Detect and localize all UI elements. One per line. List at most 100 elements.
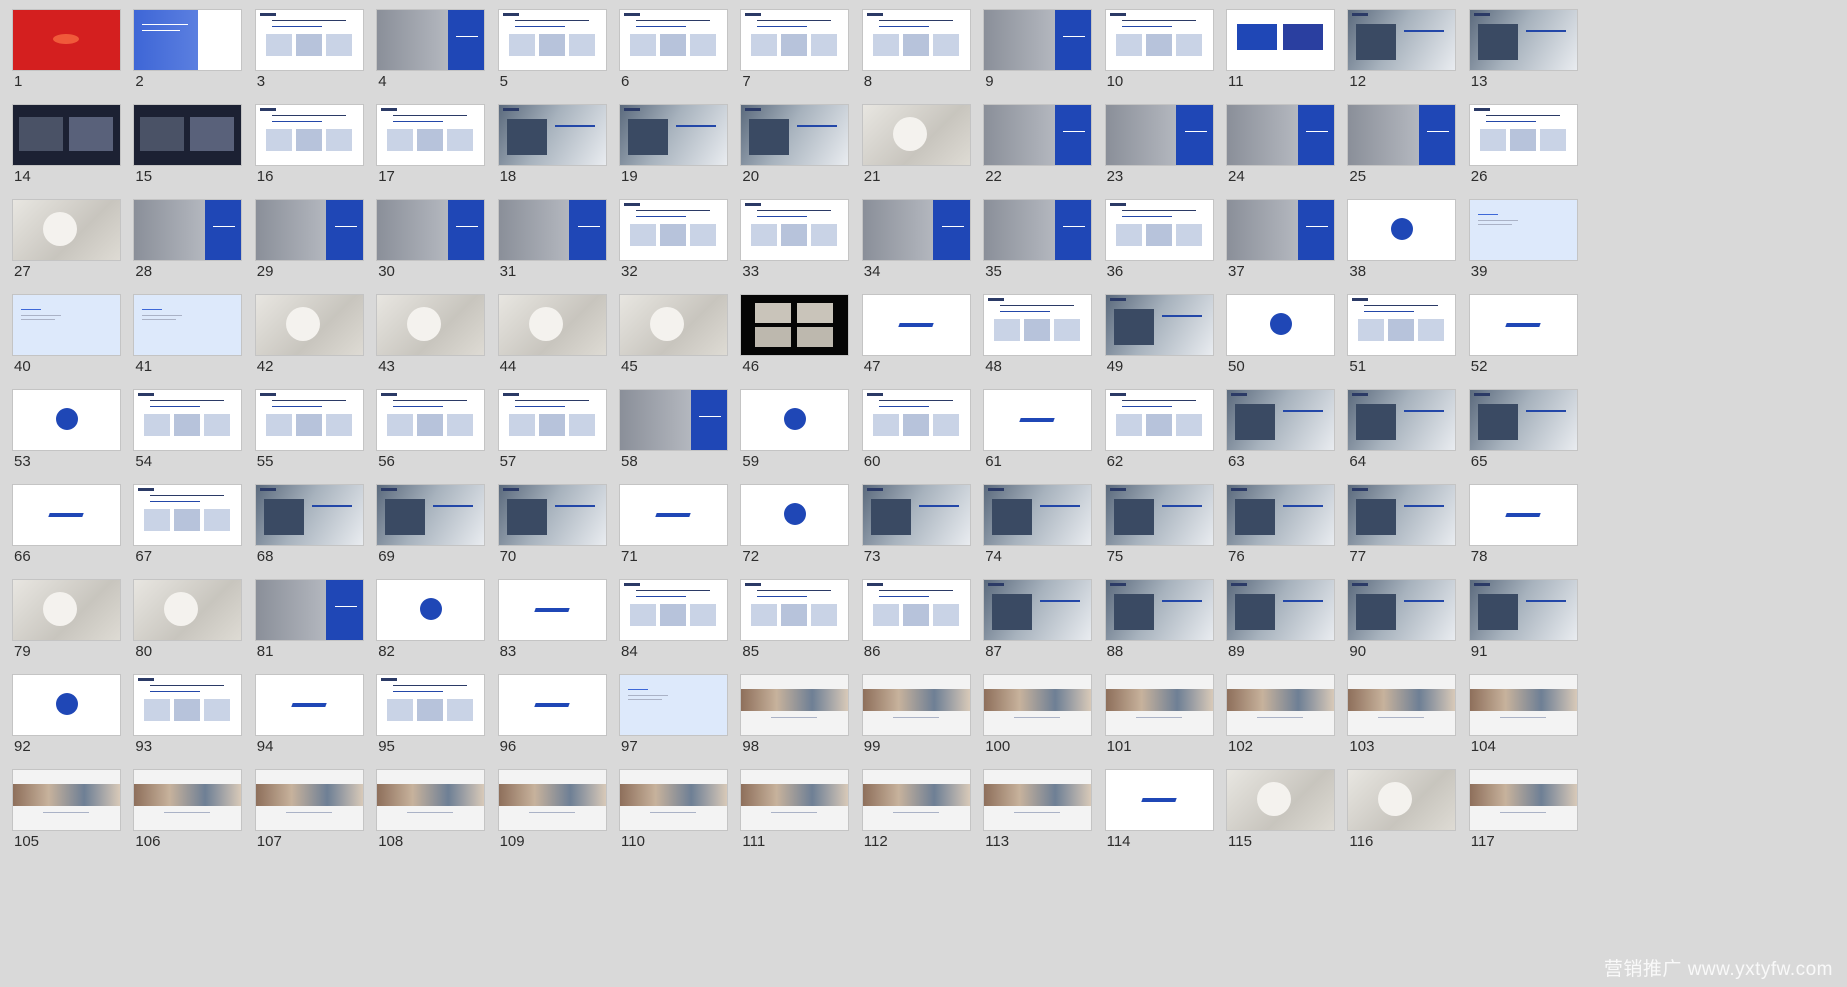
slide-preview[interactable] <box>377 580 485 640</box>
slide-preview[interactable] <box>255 200 363 260</box>
slide-preview[interactable] <box>620 485 727 545</box>
slide-preview[interactable] <box>741 770 849 830</box>
slide-preview[interactable] <box>1227 580 1334 640</box>
slide-preview[interactable] <box>255 10 363 70</box>
slide-preview[interactable] <box>377 105 485 165</box>
slide-thumbnail[interactable]: 65 <box>1457 380 1601 488</box>
slide-preview[interactable] <box>741 485 849 545</box>
slide-preview[interactable] <box>1227 295 1334 355</box>
slide-preview[interactable] <box>620 580 727 640</box>
slide-preview[interactable] <box>862 295 970 355</box>
slide-preview[interactable] <box>13 295 120 355</box>
slide-preview[interactable] <box>984 105 1092 165</box>
slide-preview[interactable] <box>1469 200 1577 260</box>
slide-preview[interactable] <box>620 10 727 70</box>
slide-preview[interactable] <box>741 675 849 735</box>
slide-preview[interactable] <box>377 485 485 545</box>
slide-thumbnail[interactable]: 104 <box>1457 665 1601 773</box>
slide-preview[interactable] <box>13 770 120 830</box>
slide-preview[interactable] <box>255 770 363 830</box>
slide-preview[interactable] <box>1348 10 1456 70</box>
slide-preview[interactable] <box>377 675 485 735</box>
slide-preview[interactable] <box>741 580 849 640</box>
slide-preview[interactable] <box>1469 390 1577 450</box>
slide-preview[interactable] <box>1348 675 1456 735</box>
slide-preview[interactable] <box>1348 105 1456 165</box>
slide-preview[interactable] <box>1227 390 1334 450</box>
slide-preview[interactable] <box>620 295 727 355</box>
slide-preview[interactable] <box>1227 770 1334 830</box>
slide-preview[interactable] <box>984 200 1092 260</box>
slide-preview[interactable] <box>620 390 727 450</box>
slide-preview[interactable] <box>984 580 1092 640</box>
slide-preview[interactable] <box>134 10 242 70</box>
slide-preview[interactable] <box>13 580 120 640</box>
slide-preview[interactable] <box>1105 200 1213 260</box>
slide-preview[interactable] <box>741 105 849 165</box>
slide-preview[interactable] <box>377 390 485 450</box>
slide-preview[interactable] <box>1469 10 1577 70</box>
slide-preview[interactable] <box>984 390 1092 450</box>
slide-preview[interactable] <box>1469 675 1577 735</box>
slide-preview[interactable] <box>1227 200 1334 260</box>
slide-preview[interactable] <box>1348 200 1456 260</box>
slide-preview[interactable] <box>255 295 363 355</box>
slide-preview[interactable] <box>134 105 242 165</box>
slide-preview[interactable] <box>498 295 606 355</box>
slide-preview[interactable] <box>13 485 120 545</box>
slide-preview[interactable] <box>498 105 606 165</box>
slide-preview[interactable] <box>498 390 606 450</box>
slide-preview[interactable] <box>1469 295 1577 355</box>
slide-preview[interactable] <box>255 675 363 735</box>
slide-preview[interactable] <box>984 10 1092 70</box>
slide-preview[interactable] <box>1469 770 1577 830</box>
slide-preview[interactable] <box>1469 485 1577 545</box>
slide-preview[interactable] <box>741 200 849 260</box>
slide-preview[interactable] <box>377 295 485 355</box>
slide-preview[interactable] <box>620 105 727 165</box>
slide-thumbnail[interactable]: 52 <box>1457 285 1601 393</box>
slide-preview[interactable] <box>620 770 727 830</box>
slide-thumbnail[interactable]: 117 <box>1457 760 1601 868</box>
slide-preview[interactable] <box>1348 485 1456 545</box>
slide-preview[interactable] <box>13 390 120 450</box>
slide-preview[interactable] <box>1105 675 1213 735</box>
slide-preview[interactable] <box>377 10 485 70</box>
slide-preview[interactable] <box>377 200 485 260</box>
slide-preview[interactable] <box>984 295 1092 355</box>
slide-preview[interactable] <box>862 105 970 165</box>
slide-preview[interactable] <box>862 675 970 735</box>
slide-preview[interactable] <box>134 200 242 260</box>
slide-preview[interactable] <box>1227 10 1334 70</box>
slide-preview[interactable] <box>255 390 363 450</box>
slide-preview[interactable] <box>13 105 120 165</box>
slide-preview[interactable] <box>1105 105 1213 165</box>
slide-preview[interactable] <box>862 485 970 545</box>
slide-preview[interactable] <box>134 770 242 830</box>
slide-preview[interactable] <box>134 675 242 735</box>
slide-preview[interactable] <box>1348 295 1456 355</box>
slide-preview[interactable] <box>498 580 606 640</box>
slide-preview[interactable] <box>498 200 606 260</box>
slide-preview[interactable] <box>1105 580 1213 640</box>
slide-preview[interactable] <box>741 295 849 355</box>
slide-preview[interactable] <box>620 675 727 735</box>
slide-thumbnail[interactable]: 13 <box>1457 0 1601 108</box>
slide-preview[interactable] <box>13 10 120 70</box>
slide-preview[interactable] <box>498 675 606 735</box>
slide-thumbnail[interactable]: 91 <box>1457 570 1601 678</box>
slide-preview[interactable] <box>741 390 849 450</box>
slide-preview[interactable] <box>1105 485 1213 545</box>
slide-preview[interactable] <box>134 485 242 545</box>
slide-preview[interactable] <box>134 390 242 450</box>
slide-preview[interactable] <box>1348 580 1456 640</box>
slide-preview[interactable] <box>1227 485 1334 545</box>
slide-preview[interactable] <box>1105 295 1213 355</box>
slide-preview[interactable] <box>862 390 970 450</box>
slide-preview[interactable] <box>620 200 727 260</box>
slide-preview[interactable] <box>134 580 242 640</box>
slide-preview[interactable] <box>13 675 120 735</box>
slide-thumbnail[interactable]: 39 <box>1457 190 1601 298</box>
slide-preview[interactable] <box>134 295 242 355</box>
slide-preview[interactable] <box>1469 105 1577 165</box>
